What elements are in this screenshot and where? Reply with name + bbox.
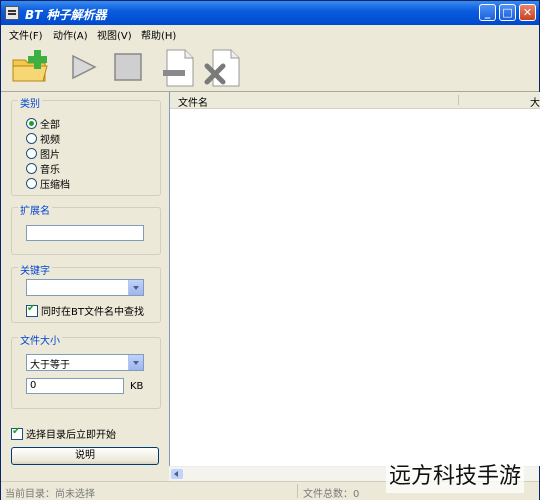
extension-input[interactable]: [26, 225, 144, 241]
toolbar: [1, 43, 539, 92]
checkbox-label: 同时在BT文件名中查找: [41, 307, 144, 318]
open-folder-add-icon[interactable]: [11, 48, 49, 86]
filesize-label: 文件大小: [18, 332, 62, 347]
remove-file-icon[interactable]: [159, 48, 197, 87]
delete-file-icon[interactable]: [203, 48, 241, 87]
checkbox[interactable]: [26, 303, 38, 317]
column-size[interactable]: 大: [530, 94, 540, 109]
radio-label: 全部: [40, 120, 60, 131]
radio-button[interactable]: [26, 163, 37, 174]
radio-music[interactable]: 音乐: [26, 161, 60, 176]
file-list[interactable]: 文件名 大: [169, 92, 540, 466]
stop-icon[interactable]: [109, 48, 147, 86]
list-header: 文件名 大: [170, 92, 540, 109]
filesize-group: 文件大小 大于等于 0 KB: [11, 332, 161, 409]
scroll-left-icon[interactable]: [171, 469, 183, 479]
radio-button[interactable]: [26, 178, 37, 189]
chevron-down-icon[interactable]: [128, 280, 143, 295]
main-window: BT 种子解析器 _ □ ✕ 文件(F) 动作(A) 视图(V) 帮助(H) 类…: [0, 0, 540, 500]
extension-group: 扩展名: [11, 202, 161, 255]
radio-label: 视频: [40, 135, 60, 146]
help-button[interactable]: 说明: [11, 447, 159, 465]
file-count-status: 文件总数：0: [303, 489, 360, 500]
maximize-button[interactable]: □: [499, 4, 516, 21]
search-bt-filename-checkbox[interactable]: 同时在BT文件名中查找: [26, 303, 144, 318]
checkbox[interactable]: [11, 426, 23, 440]
size-unit: KB: [130, 381, 144, 392]
menu-view[interactable]: 视图(V): [97, 27, 132, 42]
radio-image[interactable]: 图片: [26, 146, 60, 161]
radio-video[interactable]: 视频: [26, 131, 60, 146]
app-icon: [5, 6, 19, 20]
menu-action[interactable]: 动作(A): [53, 27, 88, 42]
menu-file[interactable]: 文件(F): [9, 27, 43, 42]
size-value-input[interactable]: 0: [26, 378, 124, 394]
status-divider: [297, 484, 298, 498]
menu-help[interactable]: 帮助(H): [141, 27, 176, 42]
keyword-combo[interactable]: [26, 279, 144, 296]
watermark: 远方科技手游: [386, 461, 525, 493]
window-title: BT 种子解析器: [25, 8, 107, 22]
start-immediately-checkbox[interactable]: 选择目录后立即开始: [11, 426, 116, 441]
radio-label: 图片: [40, 150, 60, 161]
checkbox-label: 选择目录后立即开始: [26, 430, 116, 441]
size-comparison-value: 大于等于: [30, 360, 70, 371]
menu-bar: 文件(F) 动作(A) 视图(V) 帮助(H): [1, 25, 539, 43]
radio-label: 音乐: [40, 165, 60, 176]
column-divider[interactable]: [458, 95, 459, 105]
radio-archive[interactable]: 压缩档: [26, 176, 70, 191]
category-group: 类别 全部 视频 图片 音乐 压缩档: [11, 95, 161, 196]
column-filename[interactable]: 文件名: [178, 94, 208, 109]
title-bar[interactable]: BT 种子解析器 _ □ ✕: [1, 1, 539, 25]
radio-all[interactable]: 全部: [26, 116, 60, 131]
radio-button[interactable]: [26, 148, 37, 159]
chevron-down-icon[interactable]: [128, 355, 143, 370]
keyword-group: 关键字 同时在BT文件名中查找: [11, 262, 161, 323]
play-icon[interactable]: [65, 48, 103, 86]
radio-button[interactable]: [26, 133, 37, 144]
filter-panel: 类别 全部 视频 图片 音乐 压缩档 扩展名 关键字 ✔同时在BT文件名中查找 …: [3, 92, 166, 480]
extension-label: 扩展名: [18, 202, 52, 217]
size-comparison-select[interactable]: 大于等于: [26, 354, 144, 371]
minimize-button[interactable]: _: [479, 4, 496, 21]
category-label: 类别: [18, 95, 42, 110]
radio-label: 压缩档: [40, 180, 70, 191]
keyword-label: 关键字: [18, 262, 52, 277]
radio-button[interactable]: [26, 118, 37, 129]
close-button[interactable]: ✕: [519, 4, 536, 21]
current-directory-status: 当前目录：尚未选择: [5, 489, 95, 500]
